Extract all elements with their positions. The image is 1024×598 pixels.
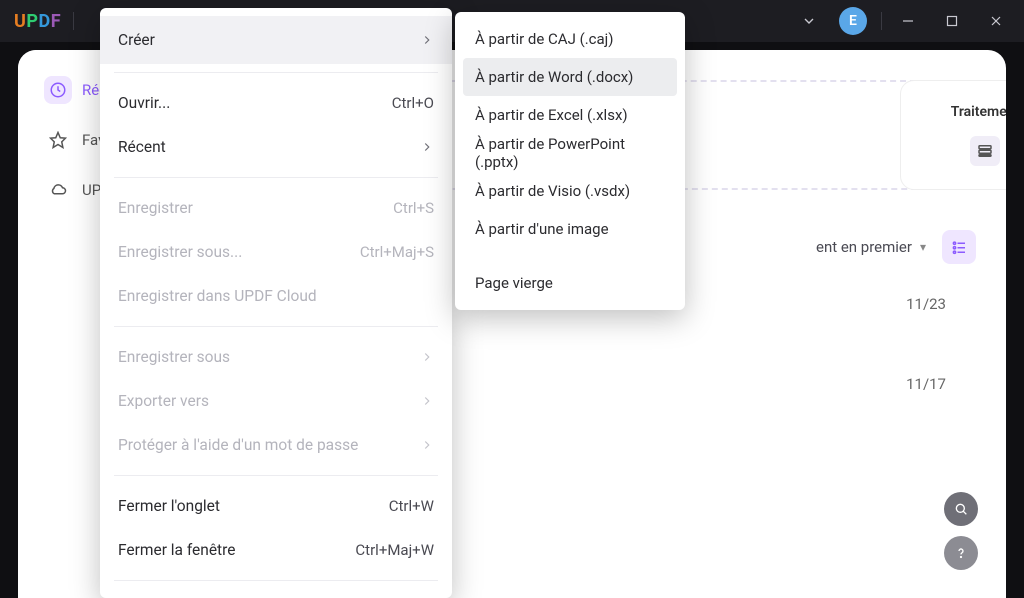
menu-item-label: Ouvrir... <box>118 94 170 112</box>
view-toggle-button[interactable] <box>942 230 976 264</box>
menu-item-save-as: Enregistrer sous... Ctrl+Maj+S <box>100 230 452 274</box>
menu-item-label: Enregistrer dans UPDF Cloud <box>118 287 317 305</box>
chevron-right-icon <box>420 350 434 364</box>
side-card-processing[interactable]: Traitement <box>900 80 1006 190</box>
menu-item-label: Exporter vers <box>118 392 209 410</box>
menu-item-label: Enregistrer sous <box>118 348 230 366</box>
menu-item-label: Récent <box>118 138 166 156</box>
create-submenu: À partir de CAJ (.caj) À partir de Word … <box>455 12 685 310</box>
menu-item-save-cloud: Enregistrer dans UPDF Cloud <box>100 274 452 318</box>
submenu-item-label: À partir de PowerPoint (.pptx) <box>475 135 665 171</box>
menu-item-label: Protéger à l'aide d'un mot de passe <box>118 436 358 454</box>
menu-shortcut: Ctrl+S <box>393 199 434 217</box>
menu-item-close-tab[interactable]: Fermer l'onglet Ctrl+W <box>100 484 452 528</box>
sort-label: ent en premier <box>816 238 912 256</box>
menu-shortcut: Ctrl+Maj+W <box>355 541 434 559</box>
submenu-item-from-powerpoint[interactable]: À partir de PowerPoint (.pptx) <box>463 134 677 172</box>
title-dropdown-chevron-icon[interactable] <box>801 13 829 29</box>
user-avatar[interactable]: E <box>839 7 867 35</box>
submenu-item-label: Page vierge <box>475 274 553 292</box>
stack-icon <box>970 136 1000 166</box>
menu-shortcut: Ctrl+Maj+S <box>360 243 434 261</box>
submenu-item-from-image[interactable]: À partir d'une image <box>463 210 677 248</box>
submenu-item-label: À partir de Word (.docx) <box>475 68 633 86</box>
menu-item-protect: Protéger à l'aide d'un mot de passe <box>100 423 452 467</box>
menu-item-show-in-folder: Afficher dans le dossier <box>100 589 452 598</box>
menu-item-label: Fermer l'onglet <box>118 497 220 515</box>
chevron-right-icon <box>420 394 434 408</box>
file-date: 11/17 <box>906 375 946 393</box>
clock-icon <box>44 76 72 104</box>
submenu-item-from-visio[interactable]: À partir de Visio (.vsdx) <box>463 172 677 210</box>
side-card-title: Traitement <box>951 104 1006 120</box>
menu-item-open[interactable]: Ouvrir... Ctrl+O <box>100 81 452 125</box>
submenu-item-from-caj[interactable]: À partir de CAJ (.caj) <box>463 20 677 58</box>
menu-separator <box>114 72 438 73</box>
sort-dropdown[interactable]: ent en premier ▾ <box>816 238 926 256</box>
cloud-icon <box>44 176 72 204</box>
menu-separator <box>114 580 438 581</box>
menu-item-label: Fermer la fenêtre <box>118 541 235 559</box>
submenu-item-from-excel[interactable]: À partir de Excel (.xlsx) <box>463 96 677 134</box>
star-icon <box>44 126 72 154</box>
submenu-item-label: À partir d'une image <box>475 220 609 238</box>
title-divider <box>881 12 882 30</box>
submenu-item-label: À partir de Excel (.xlsx) <box>475 106 628 124</box>
menu-shortcut: Ctrl+O <box>392 94 434 112</box>
search-fab[interactable] <box>944 492 978 526</box>
menu-item-close-window[interactable]: Fermer la fenêtre Ctrl+Maj+W <box>100 528 452 572</box>
help-fab[interactable] <box>944 536 978 570</box>
menu-item-export: Exporter vers <box>100 379 452 423</box>
file-menu: Créer Ouvrir... Ctrl+O Récent Enregistre… <box>100 8 452 598</box>
menu-item-save: Enregistrer Ctrl+S <box>100 186 452 230</box>
menu-item-label: Créer <box>118 31 155 49</box>
menu-item-label: Enregistrer sous... <box>118 243 242 261</box>
caret-down-icon: ▾ <box>920 240 926 254</box>
app-logo: UPDF <box>14 11 61 32</box>
submenu-item-blank-page[interactable]: Page vierge <box>463 264 677 302</box>
chevron-right-icon <box>420 140 434 154</box>
menu-item-create[interactable]: Créer <box>100 16 452 64</box>
menu-item-save-as-2: Enregistrer sous <box>100 335 452 379</box>
submenu-item-label: À partir de Visio (.vsdx) <box>475 182 630 200</box>
menu-shortcut: Ctrl+W <box>389 497 434 515</box>
menu-item-recent[interactable]: Récent <box>100 125 452 169</box>
submenu-item-from-word[interactable]: À partir de Word (.docx) <box>463 58 677 96</box>
title-divider <box>73 12 74 30</box>
menu-separator <box>114 326 438 327</box>
submenu-item-label: À partir de CAJ (.caj) <box>475 30 614 48</box>
window-close-button[interactable] <box>974 0 1018 42</box>
window-minimize-button[interactable] <box>886 0 930 42</box>
chevron-right-icon <box>420 33 434 47</box>
menu-item-label: Enregistrer <box>118 199 193 217</box>
menu-separator <box>114 177 438 178</box>
menu-separator <box>114 475 438 476</box>
file-date: 11/23 <box>906 295 946 313</box>
window-maximize-button[interactable] <box>930 0 974 42</box>
chevron-right-icon <box>420 438 434 452</box>
